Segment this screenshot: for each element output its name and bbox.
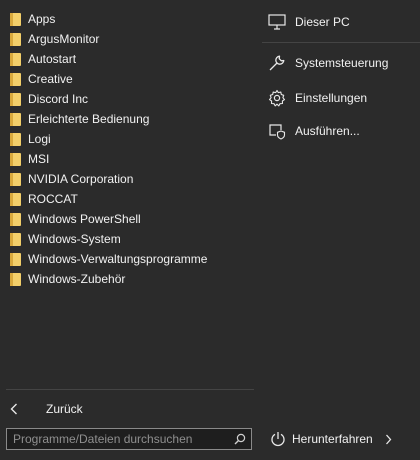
folder-label: Erleichterte Bedienung xyxy=(28,112,150,126)
folder-list-item[interactable]: Autostart xyxy=(0,49,258,69)
computer-icon xyxy=(267,12,287,32)
search-input[interactable] xyxy=(7,429,229,449)
folder-list-item[interactable]: Windows PowerShell xyxy=(0,209,258,229)
control-panel-item[interactable]: Systemsteuerung xyxy=(258,52,420,74)
folder-label: MSI xyxy=(28,152,50,166)
folder-list-item[interactable]: Windows-Zubehör xyxy=(0,269,258,289)
back-label: Zurück xyxy=(46,402,83,416)
this-pc-item[interactable]: Dieser PC xyxy=(258,11,420,33)
shutdown-label: Herunterfahren xyxy=(292,432,373,446)
control-panel-label: Systemsteuerung xyxy=(295,56,389,70)
program-list-pane: Apps ArgusMonitor Autostart Creative Discord… xyxy=(0,0,258,460)
run-label: Ausführen... xyxy=(295,124,360,138)
places-pane: Dieser PC Systemsteuerung Einstellungen … xyxy=(258,0,420,460)
divider xyxy=(262,42,420,43)
power-icon xyxy=(269,430,287,448)
folder-label: ROCCAT xyxy=(28,192,78,206)
folder-list-item[interactable]: ROCCAT xyxy=(0,189,258,209)
folder-label: Logi xyxy=(28,132,51,146)
search-box[interactable] xyxy=(6,428,252,450)
folder-icon xyxy=(10,192,21,206)
run-shield-icon xyxy=(267,121,287,141)
folder-icon xyxy=(10,232,21,246)
gear-icon xyxy=(267,88,287,108)
folder-icon xyxy=(10,52,21,66)
folder-icon xyxy=(10,152,21,166)
folder-label: ArgusMonitor xyxy=(28,32,100,46)
folder-label: Creative xyxy=(28,72,73,86)
folder-label: Apps xyxy=(28,12,56,26)
folder-list-item[interactable]: Logi xyxy=(0,129,258,149)
folder-label: Windows PowerShell xyxy=(28,212,141,226)
shutdown-button[interactable]: Herunterfahren xyxy=(258,428,420,450)
folder-label: Windows-Verwaltungsprogramme xyxy=(28,252,208,266)
back-button[interactable]: Zurück xyxy=(0,398,258,420)
folder-icon xyxy=(10,12,21,26)
folder-list-item[interactable]: Windows-System xyxy=(0,229,258,249)
folder-list-item[interactable]: Windows-Verwaltungsprogramme xyxy=(0,249,258,269)
folder-label: Discord Inc xyxy=(28,92,89,106)
folder-icon xyxy=(10,172,21,186)
folder-list-item[interactable]: ArgusMonitor xyxy=(0,29,258,49)
folder-list-item[interactable]: Creative xyxy=(0,69,258,89)
folder-list: Apps ArgusMonitor Autostart Creative Discord… xyxy=(0,9,258,289)
divider xyxy=(6,389,254,390)
folder-icon xyxy=(10,252,21,266)
run-item[interactable]: Ausführen... xyxy=(258,120,420,142)
folder-list-item[interactable]: MSI xyxy=(0,149,258,169)
wrench-icon xyxy=(267,53,287,73)
folder-icon xyxy=(10,72,21,86)
folder-label: Windows-Zubehör xyxy=(28,272,126,286)
folder-list-item[interactable]: NVIDIA Corporation xyxy=(0,169,258,189)
folder-list-item[interactable]: Erleichterte Bedienung xyxy=(0,109,258,129)
chevron-left-icon xyxy=(10,403,36,415)
settings-item[interactable]: Einstellungen xyxy=(258,87,420,109)
folder-label: NVIDIA Corporation xyxy=(28,172,134,186)
folder-icon xyxy=(10,92,21,106)
this-pc-label: Dieser PC xyxy=(295,15,350,29)
folder-label: Windows-System xyxy=(28,232,121,246)
folder-label: Autostart xyxy=(28,52,77,66)
chevron-right-icon[interactable] xyxy=(385,434,392,445)
folder-icon xyxy=(10,112,21,126)
folder-list-item[interactable]: Apps xyxy=(0,9,258,29)
search-icon[interactable] xyxy=(229,429,251,449)
settings-label: Einstellungen xyxy=(295,91,368,105)
folder-list-item[interactable]: Discord Inc xyxy=(0,89,258,109)
folder-icon xyxy=(10,212,21,226)
folder-icon xyxy=(10,132,21,146)
folder-icon xyxy=(10,32,21,46)
folder-icon xyxy=(10,272,21,286)
